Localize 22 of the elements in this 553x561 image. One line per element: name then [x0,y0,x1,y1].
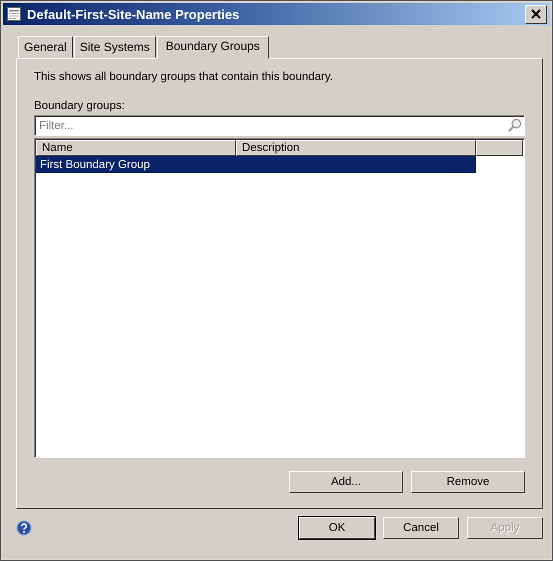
description-text: This shows all boundary groups that contain this boundary. [34,71,334,85]
list-label: Boundary groups: [34,100,126,114]
filter-field[interactable]: Filter... [34,115,525,136]
help-icon[interactable] [16,520,32,536]
button[interactable]: Remove [411,471,525,493]
tab[interactable]: Site Systems [74,36,156,58]
list-row[interactable]: First Boundary Group [36,156,476,173]
column-header[interactable]: Description [236,140,476,156]
window-title: Default-First-Site-Name Properties [27,6,240,22]
tab[interactable]: General [18,36,73,58]
close-button[interactable] [525,4,547,24]
close-icon [531,9,541,19]
window-icon [6,6,22,22]
column-header [476,140,523,156]
button[interactable]: Cancel [383,517,459,539]
tab[interactable]: Boundary Groups [156,36,269,59]
column-header[interactable]: Name [36,140,236,156]
button[interactable]: OK [299,517,375,539]
list-view[interactable]: Name Description First Boundary Group [34,138,525,458]
table-cell-text: First Boundary Group [39,158,151,170]
search-icon [507,118,522,133]
button[interactable]: Add... [289,471,403,493]
